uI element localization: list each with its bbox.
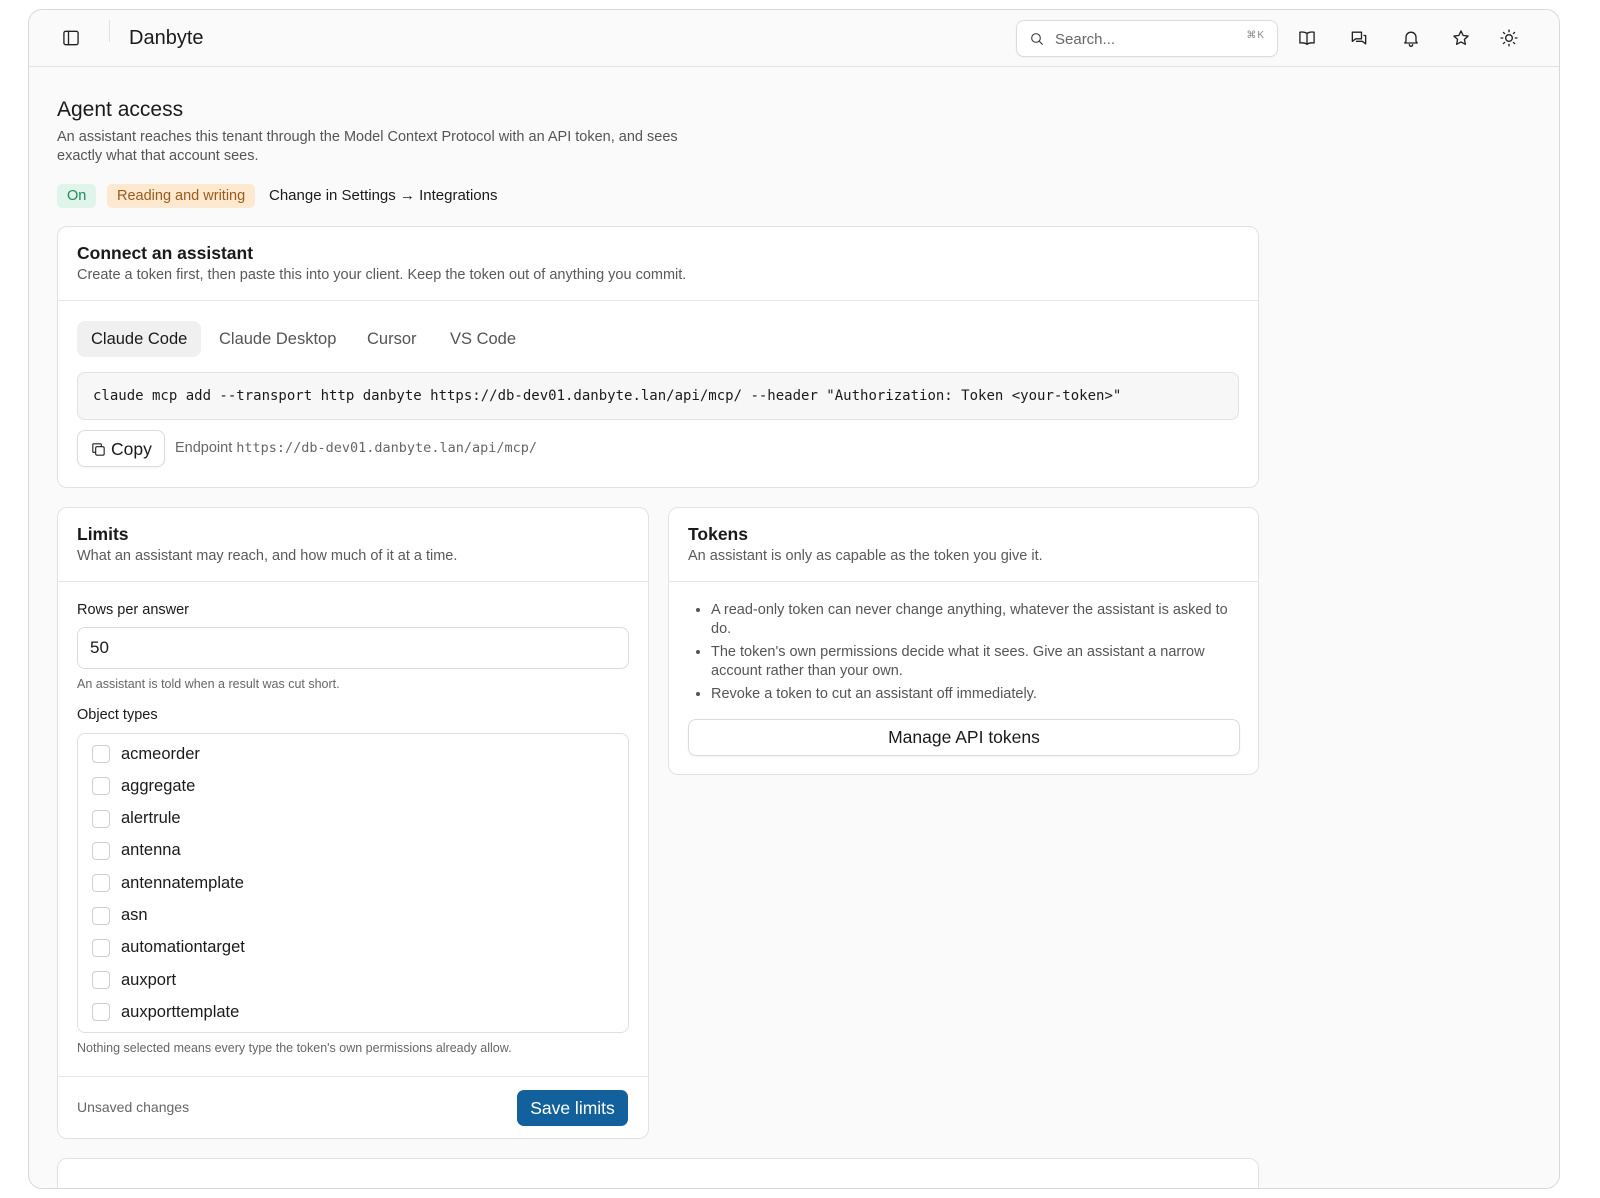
chat-icon[interactable] — [1347, 26, 1371, 50]
object-type-label: antennatemplate — [121, 873, 244, 892]
object-type-checkbox[interactable] — [92, 906, 110, 925]
object-type-checkbox[interactable] — [92, 809, 110, 828]
command-code-block[interactable]: claude mcp add --transport http danbyte … — [77, 372, 1239, 420]
limits-card: Limits What an assistant may reach, and … — [57, 507, 649, 1139]
bell-icon[interactable] — [1399, 26, 1423, 50]
object-type-checkbox[interactable] — [92, 874, 110, 893]
status-badge-mode: Reading and writing — [107, 184, 256, 208]
rows-per-answer-input[interactable] — [77, 627, 629, 669]
connect-card: Connect an assistant Create a token firs… — [57, 226, 1259, 488]
tab-vs-code[interactable]: VS Code — [436, 321, 530, 357]
object-type-label: aggregate — [121, 776, 196, 795]
tokens-card-header: Tokens An assistant is only as capable a… — [669, 508, 1258, 582]
sidebar-toggle-icon[interactable] — [59, 26, 83, 50]
sun-icon[interactable] — [1497, 26, 1521, 50]
endpoint-url: https://db-dev01.danbyte.lan/api/mcp/ — [236, 440, 537, 456]
copy-icon — [92, 443, 105, 456]
tokens-subtitle: An assistant is only as capable as the t… — [688, 548, 1043, 564]
limits-card-header: Limits What an assistant may reach, and … — [58, 508, 648, 582]
status-badge-on: On — [57, 184, 97, 208]
book-icon[interactable] — [1295, 26, 1319, 50]
object-type-checkbox[interactable] — [92, 938, 110, 957]
object-type-row[interactable]: acmeorder — [92, 742, 200, 766]
unsaved-changes-text: Unsaved changes — [77, 1099, 190, 1115]
tokens-card: Tokens An assistant is only as capable a… — [668, 507, 1259, 775]
save-limits-button[interactable]: Save limits — [517, 1090, 628, 1126]
object-type-row[interactable]: antennatemplate — [92, 871, 244, 895]
object-type-row[interactable]: auxport — [92, 968, 176, 992]
connect-subtitle: Create a token first, then paste this in… — [77, 267, 687, 283]
search-placeholder: Search... — [1055, 31, 1116, 48]
object-type-row[interactable]: antenna — [92, 839, 181, 863]
search-shortcut: ⌘K — [1246, 30, 1265, 41]
topbar-divider — [109, 20, 110, 42]
star-icon[interactable] — [1449, 26, 1473, 50]
object-type-row[interactable]: automationtarget — [92, 936, 245, 960]
search-icon — [1031, 33, 1043, 45]
search-box[interactable]: Search... ⌘K — [1016, 20, 1278, 57]
object-type-label: automationtarget — [121, 938, 245, 957]
object-type-checkbox[interactable] — [92, 971, 110, 990]
object-type-label: acmeorder — [121, 744, 200, 763]
limits-title: Limits — [77, 524, 129, 544]
object-types-label: Object types — [77, 707, 158, 723]
endpoint-label: Endpoint — [175, 440, 233, 456]
limits-subtitle: What an assistant may reach, and how muc… — [77, 548, 458, 564]
copy-button-label: Copy — [111, 439, 152, 459]
object-type-checkbox[interactable] — [92, 841, 110, 860]
next-card-edge — [57, 1158, 1259, 1188]
copy-button[interactable]: Copy — [77, 430, 165, 467]
token-tip: Revoke a token to cut an assistant off i… — [711, 685, 1241, 704]
page-subtitle: An assistant reaches this tenant through… — [57, 129, 678, 164]
tab-cursor[interactable]: Cursor — [353, 321, 431, 357]
rows-hint: An assistant is told when a result was c… — [77, 677, 340, 691]
connect-title: Connect an assistant — [77, 243, 254, 263]
limits-footer: Unsaved changes Save limits — [58, 1076, 648, 1138]
object-type-label: auxporttemplate — [121, 1002, 240, 1021]
object-type-row[interactable]: auxporttemplate — [92, 1000, 239, 1024]
manage-api-tokens-button[interactable]: Manage API tokens — [688, 719, 1240, 756]
tokens-title: Tokens — [688, 524, 748, 544]
change-settings-note: Change in Settings → Integrations — [269, 187, 498, 204]
top-bar: Danbyte Search... ⌘K — [29, 10, 1559, 67]
object-type-row[interactable]: aggregate — [92, 774, 195, 798]
object-type-checkbox[interactable] — [92, 1003, 110, 1022]
rows-per-answer-label: Rows per answer — [77, 602, 190, 618]
object-type-label: auxport — [121, 970, 177, 989]
object-type-label: alertrule — [121, 809, 181, 828]
token-tip: The token's own permissions decide what … — [711, 643, 1241, 681]
object-type-row[interactable]: asn — [92, 904, 148, 928]
tab-claude-desktop[interactable]: Claude Desktop — [205, 321, 350, 357]
app-title: Danbyte — [129, 27, 204, 49]
object-type-checkbox[interactable] — [92, 745, 110, 763]
object-type-label: antenna — [121, 841, 181, 860]
endpoint-info: Endpoint https://db-dev01.danbyte.lan/api… — [175, 440, 537, 456]
object-type-row[interactable]: alertrule — [92, 807, 181, 831]
tab-claude-code[interactable]: Claude Code — [77, 321, 202, 357]
connect-card-header: Connect an assistant Create a token firs… — [58, 227, 1258, 301]
page-title: Agent access — [57, 98, 184, 121]
object-types-list[interactable]: acmeorder aggregate alertrule antenna antenn… — [77, 733, 629, 1033]
token-tips-list: A read-only token can never change anyth… — [711, 601, 1241, 708]
object-type-checkbox[interactable] — [92, 777, 110, 796]
object-types-hint: Nothing selected means every type the to… — [77, 1041, 512, 1055]
token-tip: A read-only token can never change anyth… — [711, 601, 1241, 639]
object-type-label: asn — [121, 906, 148, 924]
app-window: Danbyte Search... ⌘K Agent access An ass… — [28, 9, 1560, 1189]
